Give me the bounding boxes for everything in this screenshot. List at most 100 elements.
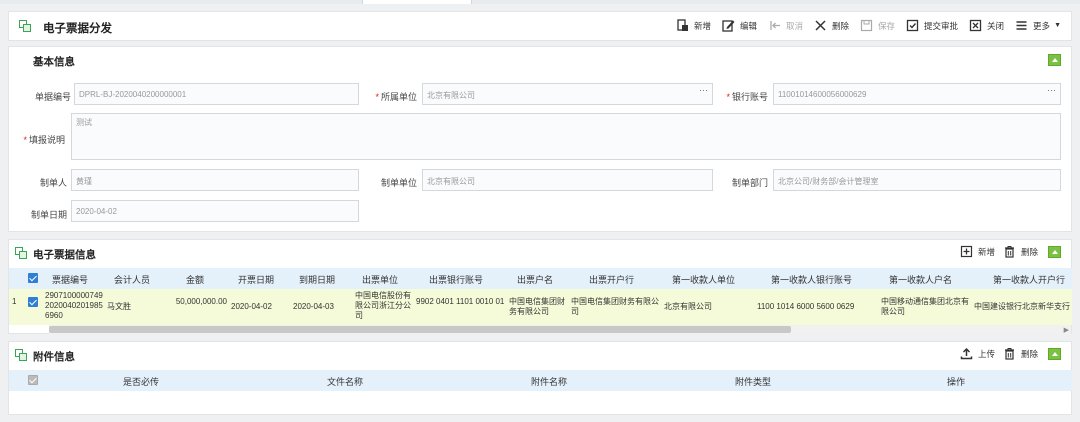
col-header[interactable]: 第一收款人单位 (672, 273, 735, 286)
cell-accountant: 马文胜 (107, 302, 131, 311)
chevron-down-icon: ▼ (1054, 22, 1061, 29)
save-button[interactable]: 保存 (860, 19, 895, 32)
cell-payee-unit: 北京有限公司 (664, 302, 712, 311)
select-all-checkbox[interactable] (28, 273, 38, 283)
submit-approval-button[interactable]: 提交审批 (906, 19, 958, 32)
basic-info-panel: 基本信息 单据编号 DPRL-BJ-2020040200000001 * 所属单位… (8, 46, 1072, 232)
collapse-up-icon[interactable] (1048, 245, 1061, 258)
trash-icon (1004, 246, 1014, 258)
title-bar: 电子票据分发 新增 编辑 取消 删除 保存 提交审批 关闭 更多 ▼ (8, 11, 1072, 41)
close-box-icon (969, 19, 982, 32)
close-button[interactable]: 关闭 (969, 19, 1004, 32)
cell-bill-no: 290710000074920200402019856960 (45, 291, 103, 320)
submit-approval-button-label: 提交审批 (924, 20, 959, 31)
unit-field[interactable]: 北京有限公司 ··· (422, 83, 713, 105)
edit-button[interactable]: 编辑 (722, 19, 757, 32)
cell-payee-account: 1100 1014 6000 5600 0629 (757, 302, 855, 311)
col-header[interactable]: 第一收款人开户行 (993, 273, 1065, 286)
col-header[interactable]: 票据编号 (52, 273, 88, 286)
page-title: 电子票据分发 (43, 23, 112, 35)
col-header[interactable]: 金额 (186, 273, 204, 286)
col-header[interactable]: 出票银行账号 (429, 273, 483, 286)
document-icon (15, 247, 27, 259)
account-label: * 银行账号 (726, 92, 768, 102)
upload-label: 上传 (977, 348, 995, 359)
ticket-delete-button[interactable]: 删除 (1003, 245, 1038, 258)
cancel-button[interactable]: 取消 (768, 19, 803, 32)
col-header[interactable]: 附件名称 (531, 375, 567, 388)
basic-info-title: 基本信息 (33, 56, 75, 68)
unit-label: * 所属单位 (375, 92, 417, 102)
col-header[interactable]: 出票户名 (517, 273, 553, 286)
delete-button-label: 删除 (831, 20, 849, 31)
collapse-up-icon[interactable] (1048, 54, 1061, 66)
attachment-grid-header: 是否必传 文件名称 附件名称 附件类型 操作 (9, 370, 1072, 391)
col-header[interactable]: 会计人员 (114, 273, 150, 286)
upload-icon (960, 347, 973, 360)
close-button-label: 关闭 (987, 20, 1005, 31)
remark-field[interactable]: 测试 (71, 113, 1061, 160)
upload-button[interactable]: 上传 (960, 347, 995, 360)
close-icon (815, 20, 826, 31)
cell-payee-name: 中国移动通信集团北京有限公司 (881, 297, 969, 316)
select-all-checkbox[interactable] (28, 375, 38, 385)
cancel-button-label: 取消 (785, 20, 803, 31)
cell-amount: 50,000,000.00 (175, 297, 227, 306)
col-header[interactable]: 第一收款人户名 (889, 273, 952, 286)
col-header[interactable]: 到期日期 (299, 273, 335, 286)
maker-field[interactable]: 黄瑾 (71, 169, 359, 191)
col-header[interactable]: 出票开户行 (589, 273, 634, 286)
attachment-tools: 上传 删除 (952, 347, 1061, 360)
maker-label: 制单人 (39, 178, 67, 188)
col-header[interactable]: 出票单位 (362, 273, 398, 286)
col-header[interactable]: 是否必传 (123, 375, 159, 388)
maker-dept-label: 制单部门 (731, 178, 768, 188)
account-field[interactable]: 1100101460005600062​9 ··· (773, 83, 1061, 105)
ticket-add-button[interactable]: 新增 (960, 245, 995, 258)
row-number: 1 (12, 297, 17, 306)
date-field[interactable]: 2020-04-02 (71, 200, 359, 222)
toolbar: 新增 编辑 取消 删除 保存 提交审批 关闭 更多 ▼ (665, 19, 1061, 32)
ticket-info-panel: 电子票据信息 新增 删除 票据编号 会计人员 金额 开票日期 到期日期 出票单位… (8, 239, 1072, 334)
col-header[interactable]: 操作 (947, 375, 965, 388)
delete-button[interactable]: 删除 (814, 19, 849, 32)
document-icon (15, 349, 27, 361)
cell-payee-bank: 中国建设银行北京新华支行 (974, 302, 1070, 311)
maker-unit-field[interactable]: 北京有限公司 (422, 169, 713, 191)
ticket-grid-header: 票据编号 会计人员 金额 开票日期 到期日期 出票单位 出票银行账号 出票户名 … (9, 268, 1072, 289)
maker-dept-field[interactable]: 北京公司/财务部/会计管理室 (773, 169, 1061, 191)
attachment-delete-label: 删除 (1020, 348, 1038, 359)
attachment-delete-button[interactable]: 删除 (1003, 347, 1038, 360)
table-row[interactable]: 290710000074920200402019856960 马文胜 50,00… (9, 289, 1072, 325)
cell-due-date: 2020-04-03 (293, 302, 334, 311)
attachment-panel: 附件信息 上传 删除 是否必传 文件名称 附件名称 附件类型 操作 (8, 341, 1072, 415)
attachment-title: 附件信息 (33, 351, 75, 363)
add-button[interactable]: 新增 (676, 19, 711, 32)
edit-icon (722, 20, 735, 32)
bill-no-field[interactable]: DPRL-BJ-2020040200000001 (74, 83, 359, 105)
row-checkbox[interactable] (28, 297, 38, 307)
save-button-label: 保存 (878, 20, 896, 31)
ticket-info-title: 电子票据信息 (33, 249, 96, 261)
cell-drawer-name: 中国电信集团财务有限公司 (509, 297, 565, 316)
col-header[interactable]: 附件类型 (735, 375, 771, 388)
more-button[interactable]: 更多 ▼ (1015, 19, 1061, 32)
horizontal-scrollbar[interactable]: ▶ (49, 325, 1071, 334)
col-header[interactable]: 文件名称 (327, 375, 363, 388)
ticket-delete-label: 删除 (1020, 246, 1038, 257)
menu-icon (1016, 21, 1027, 30)
col-header[interactable]: 开票日期 (238, 273, 274, 286)
col-header[interactable]: 第一收款人银行账号 (771, 273, 852, 286)
active-tab[interactable] (362, 0, 472, 4)
date-label: 制单日期 (30, 210, 67, 220)
collapse-up-icon[interactable] (1048, 347, 1061, 360)
scrollbar-thumb[interactable] (49, 326, 791, 333)
edit-button-label: 编辑 (739, 20, 757, 31)
add-button-label: 新增 (693, 20, 711, 31)
remark-label: * 填报说明 (23, 135, 65, 145)
plus-box-icon (960, 245, 973, 258)
ticket-add-label: 新增 (977, 246, 995, 257)
save-icon (860, 19, 873, 32)
lookup-more-icon[interactable]: ··· (1047, 85, 1056, 95)
scroll-right-icon[interactable]: ▶ (1064, 326, 1069, 334)
